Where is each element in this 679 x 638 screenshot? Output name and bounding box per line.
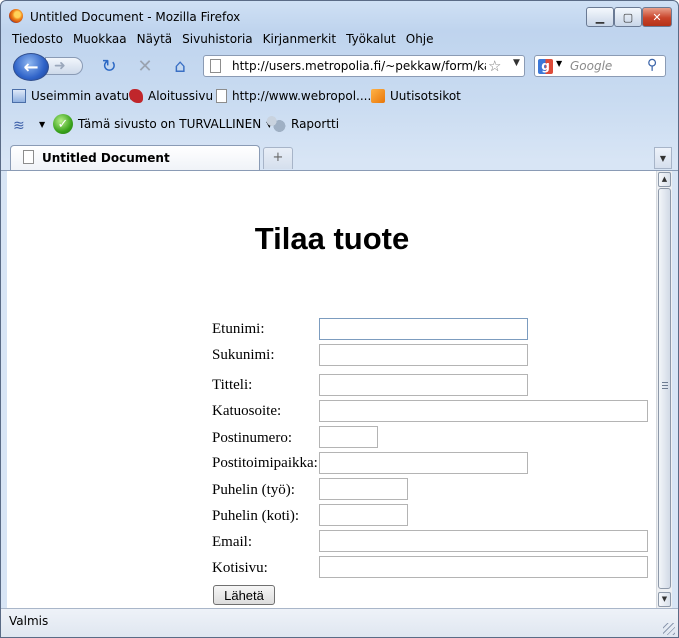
menu-tyokalut[interactable]: Työkalut <box>341 31 401 49</box>
home-icon[interactable]: ⌂ <box>169 55 191 77</box>
page-icon <box>210 59 221 73</box>
url-dropdown-icon[interactable]: ▼ <box>513 58 520 68</box>
label-email: Email: <box>212 534 252 550</box>
menu-kirjanmerkit[interactable]: Kirjanmerkit <box>258 31 341 49</box>
back-button[interactable]: ← <box>13 53 49 81</box>
grip-icon <box>662 382 668 389</box>
menu-bar: Tiedosto Muokkaa Näytä Sivuhistoria Kirj… <box>7 31 439 49</box>
menu-ohje[interactable]: Ohje <box>401 31 439 49</box>
secure-check-icon: ✓ <box>53 114 73 134</box>
label-sukunimi: Sukunimi: <box>212 347 275 363</box>
label-postinumero: Postinumero: <box>212 430 293 446</box>
katuosoite-input[interactable] <box>319 400 648 422</box>
firefox-logo-icon <box>9 9 23 23</box>
resize-grip-icon[interactable] <box>663 623 675 635</box>
puhelin-koti-input[interactable] <box>319 504 408 526</box>
scroll-down-button[interactable]: ▼ <box>658 592 671 607</box>
status-text: Valmis <box>9 614 49 628</box>
report-button[interactable]: Raportti <box>264 114 339 134</box>
forward-button[interactable]: ➜ <box>45 57 83 75</box>
dropdown-icon[interactable]: ▼ <box>39 120 45 129</box>
scroll-up-button[interactable]: ▲ <box>658 172 671 187</box>
url-text[interactable]: http://users.metropolia.fi/~pekkaw/form/… <box>232 59 486 73</box>
forward-arrow-icon: ➜ <box>54 58 66 74</box>
stop-icon[interactable]: ✕ <box>134 55 156 77</box>
menu-sivuhistoria[interactable]: Sivuhistoria <box>177 31 258 49</box>
label-postitoimipaikka: Postitoimipaikka: <box>212 455 318 471</box>
label-titteli: Titteli: <box>212 377 253 393</box>
puhelin-tyo-input[interactable] <box>319 478 408 500</box>
security-status[interactable]: ✓ Tämä sivusto on TURVALLINEN ▼ <box>53 114 272 134</box>
back-arrow-icon: ← <box>23 56 39 78</box>
menu-muokkaa[interactable]: Muokkaa <box>68 31 132 49</box>
signal-icon[interactable]: ≋ <box>13 118 25 134</box>
bookmark-star-icon[interactable]: ☆ <box>488 57 501 75</box>
bookmarks-toolbar: Useimmin avatut Aloitussivu http://www.w… <box>1 87 678 107</box>
postitoimipaikka-input[interactable] <box>319 452 528 474</box>
bookmark-most-visited[interactable]: Useimmin avatut <box>12 89 134 103</box>
label-katuosoite: Katuosoite: <box>212 403 282 419</box>
minimize-button[interactable]: ▁ <box>586 7 614 27</box>
navigation-toolbar: ➜ ← ↻ ✕ ⌂ http://users.metropolia.fi/~pe… <box>1 51 678 81</box>
page-icon <box>23 150 34 164</box>
most-visited-icon <box>12 89 26 103</box>
status-bar: Valmis <box>1 608 678 637</box>
reload-icon[interactable]: ↻ <box>98 55 120 77</box>
menu-nayta[interactable]: Näytä <box>132 31 178 49</box>
label-etunimi: Etunimi: <box>212 321 265 337</box>
maximize-button[interactable]: ▢ <box>614 7 642 27</box>
label-kotisivu: Kotisivu: <box>212 560 268 576</box>
bookmark-aloitussivu[interactable]: Aloitussivu <box>129 89 213 103</box>
search-magnifier-icon[interactable]: ⚲ <box>647 57 657 73</box>
search-input[interactable]: Google <box>570 59 612 73</box>
new-tab-button[interactable]: + <box>263 147 293 169</box>
scroll-thumb[interactable] <box>658 188 671 589</box>
label-puhelin-tyo: Puhelin (työ): <box>212 482 295 498</box>
rss-feed-icon <box>371 89 385 103</box>
google-search-engine-icon[interactable]: g <box>538 59 553 74</box>
page-content: Tilaa tuote Etunimi: Sukunimi: Titteli: … <box>7 171 672 608</box>
tab-strip: Untitled Document + ▼ <box>1 143 678 171</box>
window-title: Untitled Document - Mozilla Firefox <box>30 10 241 24</box>
page-icon <box>216 89 227 103</box>
horse-logo-icon <box>129 89 143 103</box>
page-heading: Tilaa tuote <box>254 221 410 256</box>
addon-toolbar: ≋ ▼ ✓ Tämä sivusto on TURVALLINEN ▼ Rapo… <box>1 113 678 139</box>
bookmark-uutisotsikot[interactable]: Uutisotsikot <box>371 89 461 103</box>
postinumero-input[interactable] <box>319 426 378 448</box>
submit-button[interactable]: Lähetä <box>213 585 275 605</box>
search-bar[interactable]: g ▼ Google ⚲ <box>534 55 666 77</box>
firefox-window: Untitled Document - Mozilla Firefox ▁ ▢ … <box>0 0 679 638</box>
tab-untitled-document[interactable]: Untitled Document <box>10 145 260 170</box>
tab-list-button[interactable]: ▼ <box>654 147 672 169</box>
title-bar: Untitled Document - Mozilla Firefox ▁ ▢ … <box>1 1 678 29</box>
titteli-input[interactable] <box>319 374 528 396</box>
tab-label: Untitled Document <box>42 151 170 165</box>
users-report-icon <box>264 114 286 134</box>
vertical-scrollbar[interactable]: ▲ ▼ <box>656 171 672 608</box>
etunimi-input[interactable] <box>319 318 528 340</box>
menu-tiedosto[interactable]: Tiedosto <box>7 31 68 49</box>
bookmark-webropol[interactable]: http://www.webropol.... <box>216 89 371 103</box>
sukunimi-input[interactable] <box>319 344 528 366</box>
url-bar[interactable]: http://users.metropolia.fi/~pekkaw/form/… <box>203 55 525 77</box>
label-puhelin-koti: Puhelin (koti): <box>212 508 300 524</box>
email-input[interactable] <box>319 530 648 552</box>
kotisivu-input[interactable] <box>319 556 648 578</box>
search-engine-dropdown-icon[interactable]: ▼ <box>556 59 562 68</box>
close-button[interactable]: ✕ <box>642 7 672 27</box>
